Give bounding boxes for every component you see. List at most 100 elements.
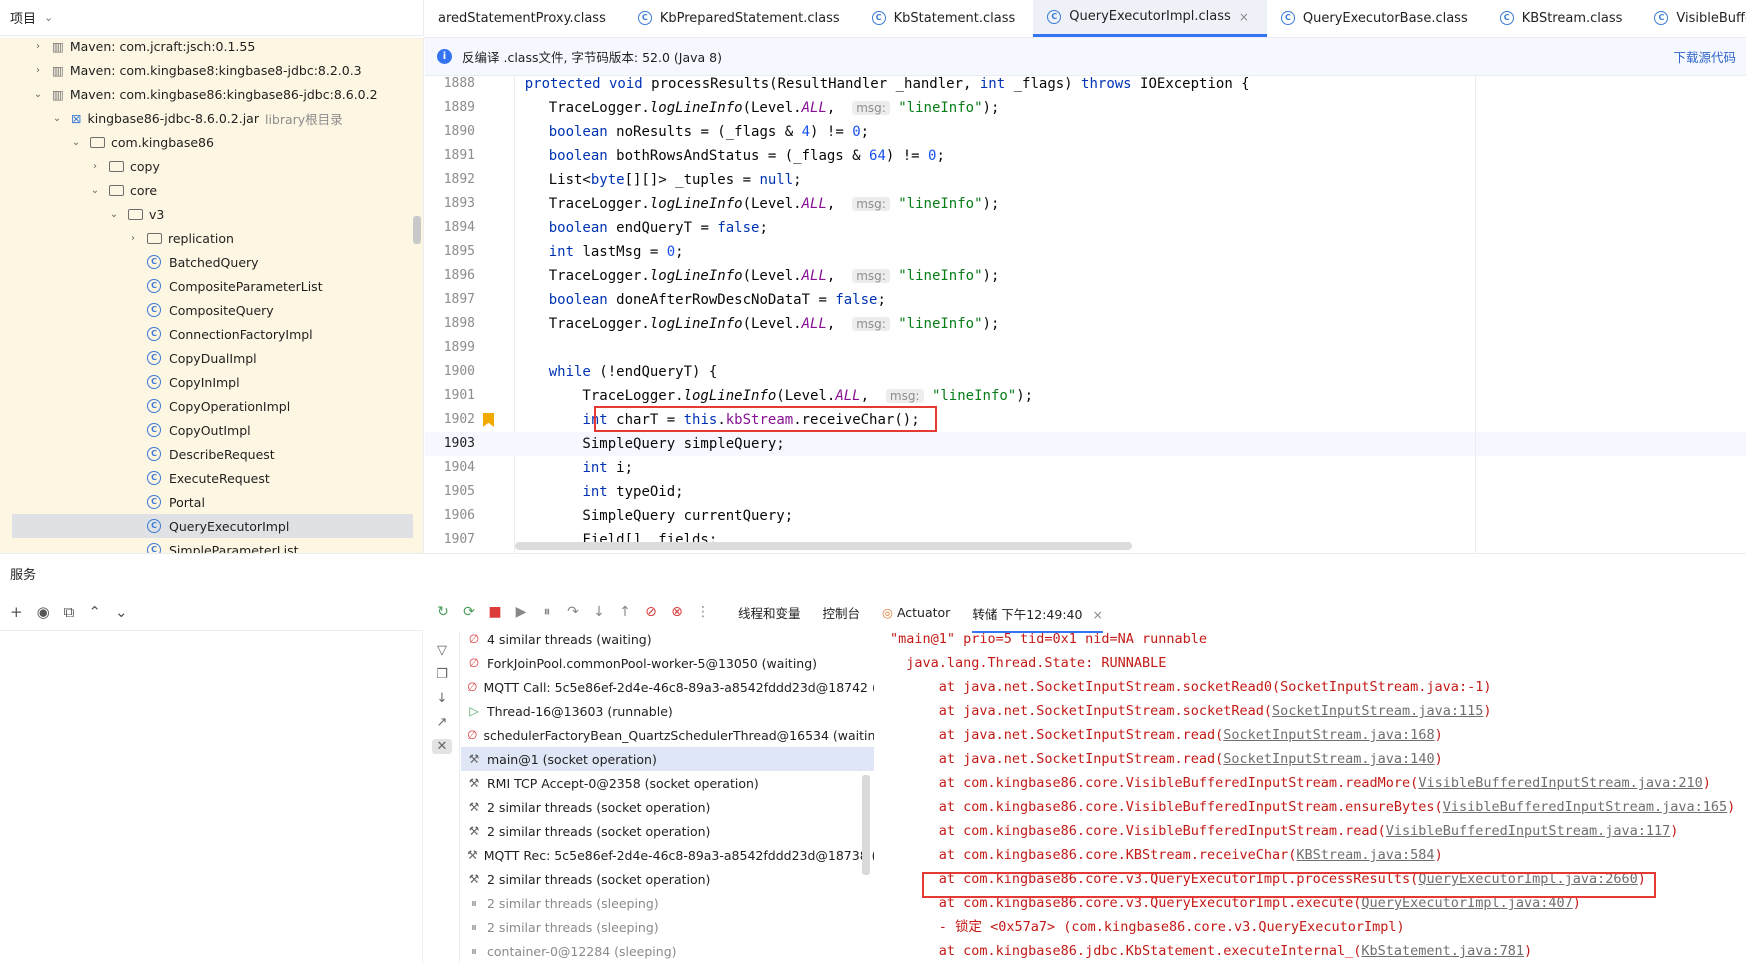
code-editor[interactable]: protected void processResults(ResultHand… <box>515 76 1746 553</box>
thread-row[interactable]: ⏸ container-0@12284 (sleeping) <box>461 939 874 963</box>
tab-console[interactable]: 控制台 <box>823 603 861 622</box>
restart-icon[interactable]: ⟳ <box>456 604 482 620</box>
tree-item[interactable]: C CopyOperationImpl <box>0 394 290 418</box>
filter-icon[interactable]: ▽ <box>432 643 452 658</box>
source-link[interactable]: KBStream.java:584 <box>1296 847 1434 863</box>
tree-item[interactable]: C ConnectionFactoryImpl <box>0 322 313 346</box>
tab-visiblebufferedinputstream[interactable]: C VisibleBufferedInputStream <box>1640 0 1746 37</box>
close-icon[interactable]: × <box>1092 607 1102 622</box>
pause-icon[interactable]: ⏸ <box>534 604 560 620</box>
tab-actuator[interactable]: ◎ Actuator <box>882 605 950 620</box>
chevron-down-icon[interactable]: ⌄ <box>89 185 101 196</box>
tree-item[interactable]: ⌄ ⊠ kingbase86-jdbc-8.6.0.2.jar library根目录 <box>0 106 343 130</box>
thread-row[interactable]: ⚒ 2 similar threads (socket operation) <box>461 867 874 891</box>
thread-row[interactable]: ∅ ForkJoinPool.commonPool-worker-5@13050 … <box>461 651 874 675</box>
tree-item[interactable]: C Portal <box>0 490 205 514</box>
source-link[interactable]: VisibleBufferedInputStream.java:165 <box>1443 799 1727 815</box>
tree-item[interactable]: › replication <box>0 226 234 250</box>
tree-item[interactable]: C CopyInImpl <box>0 370 240 394</box>
source-link[interactable]: VisibleBufferedInputStream.java:117 <box>1386 823 1670 839</box>
chevron-down-icon[interactable]: ⌄ <box>32 89 44 100</box>
thread-row[interactable]: ⚒ main@1 (socket operation) <box>461 747 874 771</box>
step-out-icon[interactable]: ↑ <box>612 604 638 620</box>
tree-item[interactable]: C CopyOutImpl <box>0 418 251 442</box>
close-icon[interactable]: × <box>1239 10 1249 24</box>
stop-icon[interactable]: ■ <box>482 604 508 620</box>
tree-scrollbar[interactable] <box>413 216 421 244</box>
step-into-icon[interactable]: ↓ <box>586 604 612 620</box>
tree-item[interactable]: ⌄ core <box>0 178 157 202</box>
chevron-down-icon[interactable]: ⌄ <box>51 113 63 124</box>
tab-dump[interactable]: 转储 下午12:49:40 × <box>972 604 1103 633</box>
step-over-icon[interactable]: ↷ <box>560 604 586 620</box>
chevron-right-icon[interactable]: › <box>32 65 44 76</box>
sort-icon[interactable]: ↓ <box>432 691 452 706</box>
resume-icon[interactable]: ▶ <box>508 604 534 620</box>
tree-item[interactable]: C SimpleParameterList <box>0 538 299 553</box>
tab-kbstatement-class[interactable]: C KbStatement.class <box>858 0 1034 37</box>
source-link[interactable]: SocketInputStream.java:140 <box>1223 751 1434 767</box>
thread-row[interactable]: ⚒ RMI TCP Accept-0@2358 (socket operation… <box>461 771 874 795</box>
thread-row[interactable]: ▷ Thread-16@13603 (runnable) <box>461 699 874 723</box>
collapse-icon[interactable]: ✕ <box>432 739 452 754</box>
thread-row[interactable]: ⚒ MQTT Rec: 5c5e86ef-2d4e-46c8-89a3-a8542… <box>461 843 874 867</box>
tab-aredstatementproxy-class[interactable]: aredStatementProxy.class <box>424 0 624 37</box>
tab-queryexecutorbase-class[interactable]: C QueryExecutorBase.class <box>1267 0 1486 37</box>
expand-all-icon[interactable]: ⌃ <box>88 603 101 621</box>
eye-icon[interactable]: ◉ <box>37 603 50 621</box>
tree-item[interactable]: › ▥ Maven: com.kingbase8:kingbase8-jdbc:8.… <box>0 58 362 82</box>
dump-text-end: ) <box>1523 943 1533 959</box>
project-header[interactable]: 项目 ⌄ <box>0 0 424 36</box>
editor-horizontal-scrollbar[interactable] <box>515 542 1132 550</box>
tree-item-label: CompositeParameterList <box>169 278 323 294</box>
tab-kbpreparedstatement-class[interactable]: C KbPreparedStatement.class <box>624 0 858 37</box>
tree-item[interactable]: C DescribeRequest <box>0 442 275 466</box>
tree-item[interactable]: ⌄ v3 <box>0 202 165 226</box>
download-source-link[interactable]: 下载源代码 <box>1673 47 1736 66</box>
source-link[interactable]: SocketInputStream.java:115 <box>1272 703 1483 719</box>
thread-row[interactable]: ∅ schedulerFactoryBean_QuartzSchedulerThr… <box>461 723 874 747</box>
chevron-right-icon[interactable]: › <box>127 233 139 244</box>
tree-item-label: Portal <box>169 494 205 510</box>
class-icon: C <box>1654 11 1669 25</box>
collapse-all-icon[interactable]: ⌄ <box>115 603 128 621</box>
source-link[interactable]: KbStatement.java:781 <box>1361 943 1524 959</box>
copy-icon[interactable]: ❐ <box>432 667 452 682</box>
tree-item[interactable]: C QueryExecutorImpl <box>12 514 413 538</box>
mute-breakpoints-icon[interactable]: ⊗ <box>664 604 690 620</box>
tree-item-label: ConnectionFactoryImpl <box>169 326 313 342</box>
rerun-icon[interactable]: ↻ <box>430 604 456 620</box>
thread-row[interactable]: ⚒ 2 similar threads (socket operation) <box>461 795 874 819</box>
chevron-right-icon[interactable]: › <box>32 41 44 52</box>
thread-row[interactable]: ∅ MQTT Call: 5c5e86ef-2d4e-46c8-89a3-a854… <box>461 675 874 699</box>
tree-item[interactable]: › ▥ Maven: com.jcraft:jsch:0.1.55 <box>0 38 255 58</box>
thread-row[interactable]: ⚒ 2 similar threads (socket operation) <box>461 819 874 843</box>
export-icon[interactable]: ↗ <box>432 715 452 730</box>
thread-list-scrollbar[interactable] <box>862 775 870 875</box>
more-options-icon[interactable]: ⋮ <box>690 604 716 620</box>
tab-queryexecutorimpl-class[interactable]: C QueryExecutorImpl.class × <box>1033 0 1267 37</box>
source-link[interactable]: SocketInputStream.java:168 <box>1223 727 1434 743</box>
line-number: 1898 <box>443 316 475 331</box>
chevron-down-icon[interactable]: ⌄ <box>70 137 82 148</box>
open-window-icon[interactable]: ⧉ <box>64 603 75 621</box>
tree-item[interactable]: C BatchedQuery <box>0 250 259 274</box>
tab-kbstream-class[interactable]: C KBStream.class <box>1486 0 1641 37</box>
thread-row[interactable]: ⏸ 2 similar threads (sleeping) <box>461 915 874 939</box>
tree-item[interactable]: C CompositeQuery <box>0 298 274 322</box>
tree-item[interactable]: › copy <box>0 154 160 178</box>
chevron-down-icon[interactable]: ⌄ <box>108 209 120 220</box>
tree-item[interactable]: C ExecuteRequest <box>0 466 270 490</box>
tree-item[interactable]: C CopyDualImpl <box>0 346 257 370</box>
dump-line: at com.kingbase86.core.KBStream.receiveC… <box>890 843 1443 867</box>
thread-row[interactable]: ⏸ 2 similar threads (sleeping) <box>461 891 874 915</box>
tree-item[interactable]: ⌄ ▥ Maven: com.kingbase86:kingbase86-jdbc:… <box>0 82 378 106</box>
view-breakpoints-icon[interactable]: ⊘ <box>638 604 664 620</box>
chevron-right-icon[interactable]: › <box>89 161 101 172</box>
add-icon[interactable]: + <box>10 603 23 621</box>
tab-threads-variables[interactable]: 线程和变量 <box>738 603 801 622</box>
source-link[interactable]: VisibleBufferedInputStream.java:210 <box>1418 775 1702 791</box>
thread-row[interactable]: ∅ 4 similar threads (waiting) <box>461 631 874 651</box>
tree-item[interactable]: ⌄ com.kingbase86 <box>0 130 214 154</box>
tree-item[interactable]: C CompositeParameterList <box>0 274 323 298</box>
